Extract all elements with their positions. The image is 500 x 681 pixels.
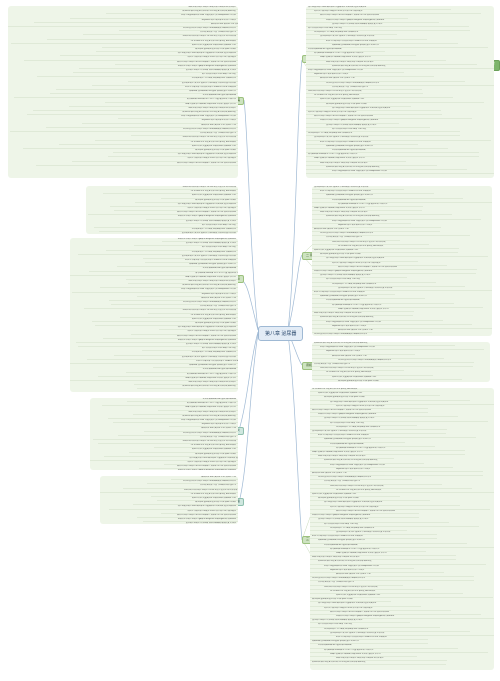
detail-cluster: 临床表现 血尿 蛋白尿 水肿 高血压 少尿急性弥漫性增生性肾小球肾炎 链球菌感染…: [100, 476, 238, 524]
detail-cluster: 急进性新月体性肾小球肾炎 RPGN 壁层上皮增生 新月体形成I型 抗GBM II…: [86, 186, 238, 234]
detail-line: 发病机制 循环免疫复合物沉积 原位免疫复合物形成 细胞免疫: [310, 661, 446, 665]
detail-cluster: 发病机制 循环免疫复合物沉积 原位免疫复合物形成 细胞免疫抗肾小球基底膜抗体 G…: [312, 342, 490, 382]
detail-cluster: 乳头状肾细胞癌 MET基因 嫌色细胞癌肾母细胞瘤 Wilms瘤 WT1 WT2 …: [90, 398, 238, 470]
detail-line: 发病机制 循环免疫复合物沉积 原位免疫复合物形成 细胞免疫: [137, 385, 238, 389]
detail-cluster: 病因 原发性肾小球肾炎 继发性肾小球疾病 遗传性肾炎发病机制 循环免疫复合物沉积…: [8, 6, 238, 178]
detail-cluster: 微小病变性肾小球病 脂性肾病 儿童最常见 足突消失 选择性蛋白尿局灶性节段性肾小…: [306, 6, 494, 178]
detail-cluster: I型 抗GBM II型 免疫复合物 III型 寡免疫 ANCA 相关肾病综合征 …: [310, 388, 494, 670]
detail-line: 膜性肾病 基底膜弥漫性增厚 钉突 spike 虫蚀状: [312, 380, 490, 382]
detail-line: 膜增生性肾小球肾炎 MPGN 系膜插入 双轨征 I型 II型 致密沉积物病: [36, 162, 238, 166]
detail-line: 急性弥漫性增生性肾小球肾炎 链球菌感染后 毛细血管内增生: [312, 333, 431, 336]
detail-cluster: 慢性肾盂肾炎 反流性 梗阻性 不规则瘢痕 甲状腺样变 U形凹陷药物与中毒性肾小管…: [312, 186, 492, 336]
detail-line: 慢性肾盂肾炎 反流性 梗阻性 不规则瘢痕 甲状腺样变 U形凹陷: [157, 232, 238, 234]
detail-line: 抗肾小球基底膜抗体 GBM 引起的肾炎 如 Goodpasture 综合征: [306, 170, 494, 174]
detail-cluster: 系膜增生性肾小球肾炎 IgA肾病 Berger病 系膜区IgA沉积 反复血尿慢性…: [70, 238, 238, 392]
mindmap-canvas: { "root": { "label": "第八章 泌尿器" }, "left_…: [0, 0, 500, 681]
detail-line: 系膜增生性肾小球肾炎 IgA肾病 Berger病 系膜区IgA沉积 反复血尿: [114, 469, 238, 470]
detail-line: 慢性肾小球肾炎 终末期肾 颗粒性固缩肾 玻璃样变 纤维化: [119, 522, 238, 524]
root-node[interactable]: 第八章 泌尿器: [258, 326, 303, 341]
